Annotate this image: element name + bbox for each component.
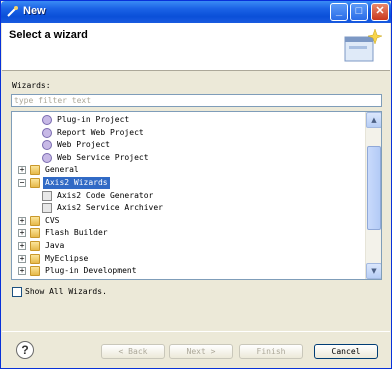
tree-item-label: Plug-in Project [57, 115, 130, 124]
next-button[interactable]: Next > [169, 344, 233, 359]
tree-item-label: Plug-in Development [45, 266, 137, 276]
expand-icon[interactable]: + [18, 267, 26, 276]
close-button[interactable]: ✕ [371, 3, 389, 21]
tree-item-label: CVS [45, 215, 60, 225]
expand-icon[interactable]: + [18, 254, 26, 263]
collapse-icon[interactable]: − [18, 179, 26, 187]
folder-icon [30, 253, 40, 264]
tree-item[interactable]: Web Service Project [12, 152, 367, 164]
tree-item-label: Axis2 Wizards [43, 177, 110, 189]
help-icon[interactable]: ? [16, 341, 34, 359]
web-service-icon [42, 152, 52, 163]
filter-input[interactable] [11, 94, 382, 107]
wizard-banner-icon [344, 28, 382, 62]
expand-icon[interactable]: + [18, 242, 26, 250]
button-separator [2, 331, 390, 332]
tree-item[interactable]: Web Project [12, 139, 367, 151]
folder-icon [30, 228, 40, 239]
scroll-up-button[interactable]: ▲ [366, 112, 381, 128]
folder-open-icon [30, 178, 40, 188]
gear-project-icon [42, 115, 52, 125]
tree-item-label: Web Project [57, 140, 110, 150]
back-button[interactable]: < Back [101, 344, 165, 359]
title-bar[interactable]: New _ □ ✕ [1, 1, 391, 23]
scroll-thumb[interactable] [367, 146, 381, 230]
folder-icon [30, 215, 40, 226]
tree-item[interactable]: + Java [12, 240, 367, 252]
maximize-button[interactable]: □ [350, 3, 368, 21]
tree-item[interactable]: Axis2 Code Generator [12, 190, 367, 202]
wizard-header: Select a wizard [2, 23, 390, 71]
tree-item-label: Axis2 Code Generator [57, 190, 154, 200]
report-project-icon [42, 127, 52, 138]
new-wizard-dialog: New _ □ ✕ Select a wizard Wizards: Plug-… [0, 0, 392, 369]
eclipse-icon [7, 6, 18, 17]
wizard-icon [42, 203, 52, 214]
expand-icon[interactable]: + [18, 216, 26, 225]
minimize-button[interactable]: _ [330, 3, 348, 21]
folder-icon [30, 165, 40, 176]
tree-item-label: MyEclipse [45, 253, 89, 263]
wizard-icon [42, 190, 52, 201]
page-title: Select a wizard [9, 29, 88, 41]
window-title: New [23, 5, 46, 17]
tree-item[interactable]: + General [12, 164, 367, 176]
tree-item[interactable]: − Axis2 Wizards [12, 177, 367, 189]
vertical-scrollbar[interactable]: ▲ ▼ [365, 112, 381, 279]
show-all-checkbox[interactable] [12, 287, 22, 297]
wizards-label: Wizards: [12, 81, 51, 90]
expand-icon[interactable]: + [18, 166, 26, 175]
tree-item[interactable]: Report Web Project [12, 127, 367, 139]
tree-item[interactable]: + CVS [12, 215, 367, 227]
wizard-tree[interactable]: Plug-in Project Report Web Project Web Pro… [11, 111, 382, 280]
tree-item-label: Axis2 Service Archiver [57, 203, 163, 213]
tree-item[interactable]: Axis2 Service Archiver [12, 202, 367, 214]
tree-item-label: Flash Builder [45, 228, 108, 238]
show-all-label: Show All Wizards. [25, 287, 107, 296]
tree-item[interactable]: Plug-in Project [12, 114, 367, 126]
tree-item-label: General [45, 165, 79, 175]
scroll-down-button[interactable]: ▼ [366, 263, 381, 279]
cancel-button[interactable]: Cancel [314, 344, 378, 359]
expand-icon[interactable]: + [18, 229, 26, 238]
tree-item[interactable]: + Plug-in Development [12, 265, 367, 277]
tree-item-label: Report Web Project [57, 127, 144, 137]
folder-icon [30, 266, 40, 277]
tree-item-label: Web Service Project [57, 152, 149, 162]
tree-item-label: Java [45, 241, 65, 250]
web-project-icon [42, 140, 52, 151]
folder-icon [30, 241, 40, 251]
tree-item[interactable]: + MyEclipse [12, 253, 367, 265]
tree-item[interactable]: + Flash Builder [12, 227, 367, 239]
finish-button[interactable]: Finish [239, 344, 303, 359]
